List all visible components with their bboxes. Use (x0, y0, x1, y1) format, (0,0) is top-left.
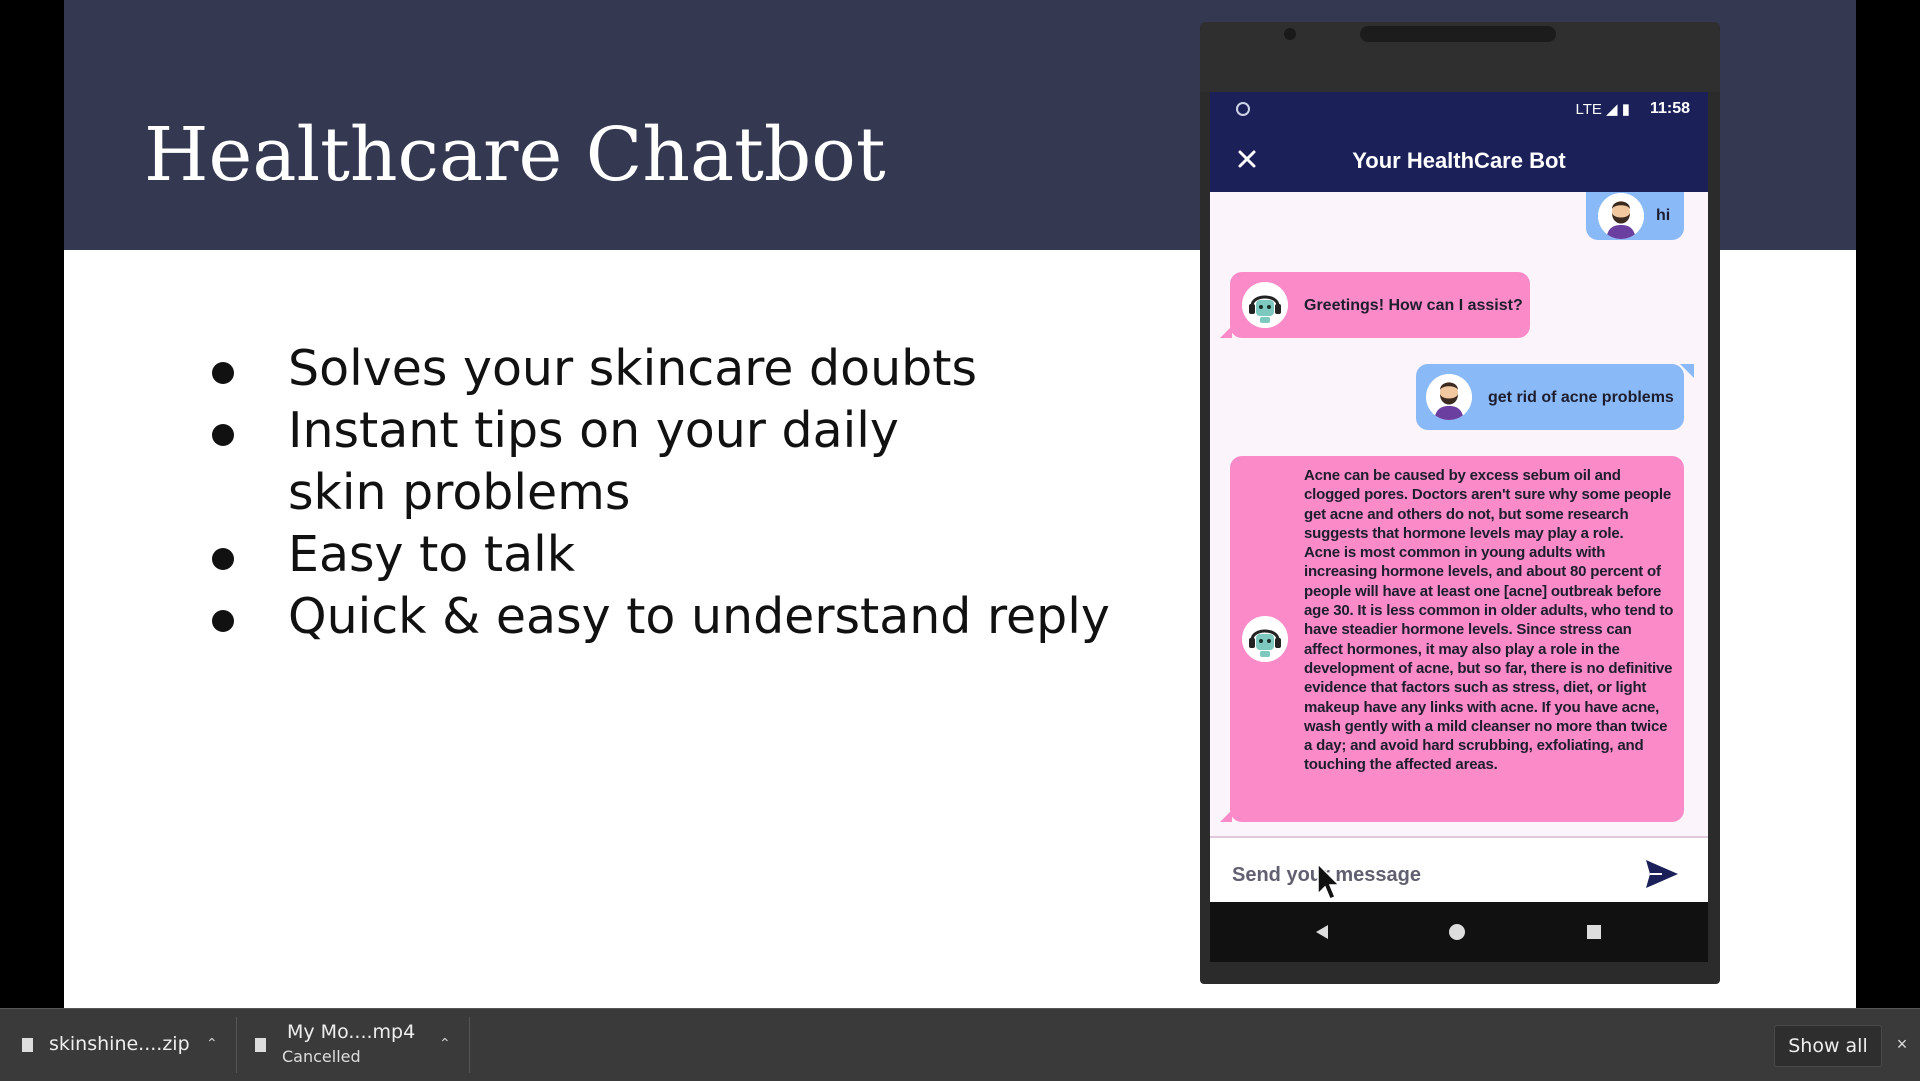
user-avatar-icon (1598, 193, 1644, 239)
bubble-tail (1680, 364, 1694, 378)
download-filename: skinshine....zip (49, 1033, 190, 1055)
mouse-cursor-icon (1316, 862, 1342, 902)
recent-square-icon[interactable] (1584, 922, 1608, 946)
bullet-item: Solves your skincare doubts (212, 338, 1112, 400)
bullet-text: Solves your skincare doubts (288, 340, 978, 397)
download-filename: My Mo....mp4 (287, 1021, 416, 1043)
bullet-item: Quick & easy to understand reply (212, 586, 1112, 648)
status-time: 11:58 (1649, 100, 1690, 117)
user-avatar-icon (1426, 374, 1472, 420)
message-text: Greetings! How can I assist? (1304, 297, 1523, 314)
back-triangle-icon[interactable] (1312, 922, 1336, 946)
signal-battery-icon: LTE ◢ ▮ (1575, 101, 1630, 118)
bot-message: Acne can be caused by excess sebum oil a… (1230, 456, 1684, 822)
close-icon[interactable]: × (1892, 1029, 1912, 1059)
bullet-dot (212, 424, 234, 446)
download-item[interactable]: skinshine....zip ⌃ (0, 1009, 236, 1081)
bullet-text: Easy to talk (288, 526, 576, 583)
front-camera (1284, 28, 1296, 40)
app-title: Your HealthCare Bot (1352, 148, 1566, 173)
bullet-list: Solves your skincare doubts Instant tips… (212, 338, 1112, 648)
chevron-up-icon[interactable]: ⌃ (206, 1036, 218, 1052)
bullet-text: Quick & easy to understand reply (288, 588, 1110, 645)
user-message: hi (1586, 192, 1684, 240)
bullet-item: Easy to talk (212, 524, 1112, 586)
divider (469, 1017, 470, 1073)
chevron-up-icon[interactable]: ⌃ (439, 1036, 451, 1052)
phone-mockup: LTE ◢ ▮ 11:58 Your HealthCare Bot hi Gre… (1200, 22, 1720, 984)
phone-top-bezel (1200, 22, 1720, 92)
show-all-button[interactable]: Show all (1774, 1025, 1882, 1067)
presentation-slide: Healthcare Chatbot Solves your skincare … (64, 0, 1856, 1008)
file-icon (255, 1038, 266, 1052)
status-bar: LTE ◢ ▮ 11:58 (1210, 92, 1708, 128)
download-bar: skinshine....zip ⌃ My Mo....mp4 Cancelle… (0, 1008, 1920, 1081)
android-nav-bar (1210, 902, 1708, 962)
bullet-text: Instant tips on your daily skin problems (288, 402, 899, 521)
bot-avatar-icon (1242, 282, 1288, 328)
message-text: hi (1656, 207, 1671, 224)
message-input[interactable] (1230, 854, 1614, 896)
phone-speaker (1360, 26, 1556, 42)
download-item[interactable]: My Mo....mp4 Cancelled ⌃ (237, 1009, 469, 1081)
bullet-dot (212, 548, 234, 570)
message-text: get rid of acne problems (1488, 389, 1674, 406)
notification-icon (1236, 102, 1250, 116)
bubble-tail (1220, 326, 1232, 338)
bullet-dot (212, 610, 234, 632)
message-text: Acne can be caused by excess sebum oil a… (1304, 467, 1674, 774)
phone-screen: LTE ◢ ▮ 11:58 Your HealthCare Bot hi Gre… (1210, 92, 1708, 936)
bot-message: Greetings! How can I assist? (1230, 272, 1530, 338)
bot-avatar-icon (1242, 616, 1288, 662)
home-circle-icon[interactable] (1447, 922, 1471, 946)
file-icon (22, 1038, 33, 1052)
download-status: Cancelled (282, 1047, 361, 1066)
user-message: get rid of acne problems (1416, 364, 1684, 430)
app-bar: Your HealthCare Bot (1210, 128, 1708, 192)
bubble-tail (1220, 810, 1232, 822)
bullet-item: Instant tips on your daily skin problems (212, 400, 1008, 524)
slide-title: Healthcare Chatbot (144, 112, 886, 198)
send-icon[interactable] (1642, 856, 1682, 892)
bullet-dot (212, 362, 234, 384)
